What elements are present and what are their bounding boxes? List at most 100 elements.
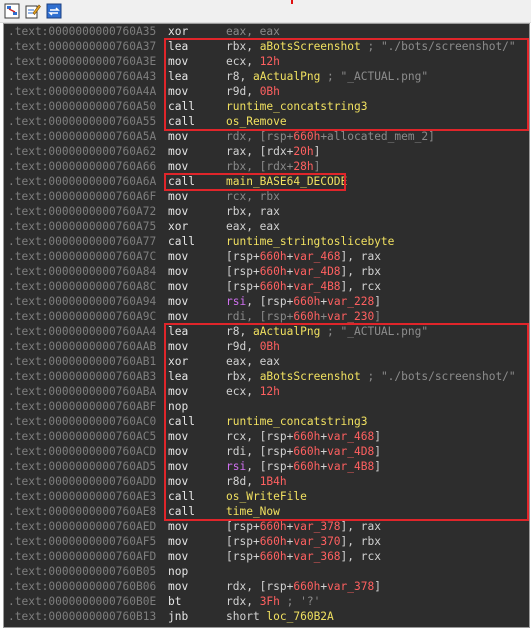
address-label: .text:0000000000760A62 — [8, 145, 157, 158]
address-label: .text:0000000000760A77 — [8, 235, 157, 248]
operand-token: 660h — [293, 580, 321, 593]
operand-token: ; '?' — [279, 595, 321, 608]
operand-token: var_4B8 — [293, 280, 341, 293]
operands: short loc_760B2A — [226, 609, 334, 624]
graph-view-icon[interactable] — [4, 3, 20, 19]
operand-token[interactable]: loc_760B2A — [266, 610, 333, 623]
operand-token: 1B4h — [259, 475, 287, 488]
listing-row[interactable]: .text:0000000000760B13 jnb short loc_760B2… — [4, 609, 529, 624]
address-label: .text:0000000000760B13 — [8, 610, 157, 623]
listing-row[interactable]: .text:0000000000760ACD mov rdi, [rsp+660h+… — [4, 444, 529, 459]
listing-row[interactable]: .text:0000000000760AED mov [rsp+660h+var_3… — [4, 519, 529, 534]
listing-row[interactable]: .text:0000000000760A9C mov rdi, [rsp+660h+… — [4, 309, 529, 324]
operand-token[interactable]: aBotsScreenshot — [260, 370, 361, 383]
operands: rdx, [rsp+660h+allocated_mem_2] — [226, 129, 435, 144]
disassembly-listing[interactable]: .text:0000000000760A35 xor eax, eax .text:0… — [3, 23, 530, 628]
operands: runtime_stringtoslicebyte — [226, 234, 394, 249]
address-label: .text:0000000000760A8C — [8, 280, 157, 293]
listing-row[interactable]: .text:0000000000760A84 mov [rsp+660h+var_4… — [4, 264, 529, 279]
operand-token: 660h — [293, 130, 321, 143]
listing-row[interactable]: .text:0000000000760AD5 mov rsi, [rsp+660h+… — [4, 459, 529, 474]
mnemonic: lea — [168, 325, 189, 338]
address-label: .text:0000000000760AE3 — [8, 490, 157, 503]
operand-token[interactable]: os_Remove — [226, 115, 287, 128]
operand-token[interactable]: os_WriteFile — [226, 490, 307, 503]
operands: rcx, [rsp+660h+var_468] — [226, 429, 381, 444]
listing-row[interactable]: .text:0000000000760AC5 mov rcx, [rsp+660h+… — [4, 429, 529, 444]
address-label: .text:0000000000760A94 — [8, 295, 157, 308]
address-label: .text:0000000000760A5A — [8, 130, 157, 143]
operand-token[interactable]: runtime_stringtoslicebyte — [226, 235, 394, 248]
listing-row[interactable]: .text:0000000000760B0E bt rdx, 3Fh ; '?' — [4, 594, 529, 609]
listing-row[interactable]: .text:0000000000760A62 mov rax, [rdx+20h] — [4, 144, 529, 159]
listing-row[interactable]: .text:0000000000760ABF nop — [4, 399, 529, 414]
sync-icon[interactable] — [46, 3, 62, 19]
toolbar — [0, 0, 531, 23]
operand-token[interactable]: aBotsScreenshot — [260, 40, 361, 53]
edit-icon[interactable] — [25, 3, 41, 19]
mnemonic: mov — [168, 265, 189, 278]
operand-token[interactable]: runtime_concatstring3 — [226, 415, 367, 428]
listing-row[interactable]: .text:0000000000760A66 mov rbx, [rdx+28h] — [4, 159, 529, 174]
mnemonic: lea — [168, 40, 189, 53]
address-label: .text:0000000000760A84 — [8, 265, 157, 278]
mnemonic: call — [168, 415, 195, 428]
listing-row[interactable]: .text:0000000000760A5A mov rdx, [rsp+660h+… — [4, 129, 529, 144]
listing-row[interactable]: .text:0000000000760AF5 mov [rsp+660h+var_3… — [4, 534, 529, 549]
listing-row[interactable]: .text:0000000000760A75 xor eax, eax — [4, 219, 529, 234]
listing-row[interactable]: .text:0000000000760A3E mov ecx, 12h — [4, 54, 529, 69]
mnemonic: mov — [168, 445, 189, 458]
operand-token: 660h — [293, 445, 321, 458]
listing-row[interactable]: .text:0000000000760A6A call main_BASE64_DE… — [4, 174, 529, 189]
listing-row[interactable]: .text:0000000000760AA4 lea r8, aActualPng … — [4, 324, 529, 339]
operand-token[interactable]: time_Now — [226, 505, 280, 518]
listing-row[interactable]: .text:0000000000760A94 mov rsi, [rsp+660h+… — [4, 294, 529, 309]
listing-row[interactable]: .text:0000000000760A8C mov [rsp+660h+var_4… — [4, 279, 529, 294]
operands: rdx, [rsp+660h+var_378] — [226, 579, 381, 594]
operands: ecx, 12h — [226, 384, 280, 399]
operand-token: 28h — [293, 160, 314, 173]
operand-token: ] — [374, 310, 381, 323]
listing-row[interactable]: .text:0000000000760A72 mov rbx, rax — [4, 204, 529, 219]
listing-row[interactable]: .text:0000000000760A35 xor eax, eax — [4, 24, 529, 39]
listing-row[interactable]: .text:0000000000760A4A mov r9d, 0Bh — [4, 84, 529, 99]
address-label: .text:0000000000760ADD — [8, 475, 157, 488]
listing-row[interactable]: .text:0000000000760A43 lea r8, aActualPng … — [4, 69, 529, 84]
listing-row[interactable]: .text:0000000000760A50 call runtime_concat… — [4, 99, 529, 114]
listing-row[interactable]: .text:0000000000760A55 call os_Remove — [4, 114, 529, 129]
listing-row[interactable]: .text:0000000000760B05 nop — [4, 564, 529, 579]
listing-row[interactable]: .text:0000000000760AFD mov [rsp+660h+var_3… — [4, 549, 529, 564]
operand-token: short — [226, 610, 267, 623]
listing-row[interactable]: .text:0000000000760AAB mov r9d, 0Bh — [4, 339, 529, 354]
listing-row[interactable]: .text:0000000000760ABA mov ecx, 12h — [4, 384, 529, 399]
listing-row[interactable]: .text:0000000000760AB3 lea rbx, aBotsScree… — [4, 369, 529, 384]
listing-row[interactable]: .text:0000000000760AC0 call runtime_concat… — [4, 414, 529, 429]
address-label: .text:0000000000760AA4 — [8, 325, 157, 338]
operands: time_Now — [226, 504, 280, 519]
operands: r9d, 0Bh — [226, 84, 280, 99]
operand-token: rbx, — [226, 370, 260, 383]
listing-row[interactable]: .text:0000000000760A77 call runtime_string… — [4, 234, 529, 249]
operands: rdx, 3Fh ; '?' — [226, 594, 320, 609]
operand-token[interactable]: runtime_concatstring3 — [226, 100, 367, 113]
mnemonic: mov — [168, 550, 189, 563]
operand-token: 660h — [259, 250, 287, 263]
red-marker — [291, 0, 293, 4]
operand-token[interactable]: aActualPng — [253, 325, 320, 338]
operand-token: var_228 — [327, 295, 375, 308]
mnemonic: xor — [168, 355, 189, 368]
address-label: .text:0000000000760A4A — [8, 85, 157, 98]
operand-token: [rsp+ — [226, 520, 260, 533]
listing-row[interactable]: .text:0000000000760B06 mov rdx, [rsp+660h+… — [4, 579, 529, 594]
operand-token[interactable]: main_BASE64_DECODE — [226, 175, 347, 188]
operand-token: var_4D8 — [327, 445, 375, 458]
listing-row[interactable]: .text:0000000000760A37 lea rbx, aBotsScree… — [4, 39, 529, 54]
listing-row[interactable]: .text:0000000000760ADD mov r8d, 1B4h — [4, 474, 529, 489]
listing-row[interactable]: .text:0000000000760AB1 xor eax, eax — [4, 354, 529, 369]
operand-token[interactable]: aActualPng — [253, 70, 320, 83]
listing-row[interactable]: .text:0000000000760AE8 call time_Now — [4, 504, 529, 519]
operands: ecx, 12h — [226, 54, 280, 69]
listing-row[interactable]: .text:0000000000760A7C mov [rsp+660h+var_4… — [4, 249, 529, 264]
listing-row[interactable]: .text:0000000000760AE3 call os_WriteFile — [4, 489, 529, 504]
listing-row[interactable]: .text:0000000000760A6F mov rcx, rbx — [4, 189, 529, 204]
